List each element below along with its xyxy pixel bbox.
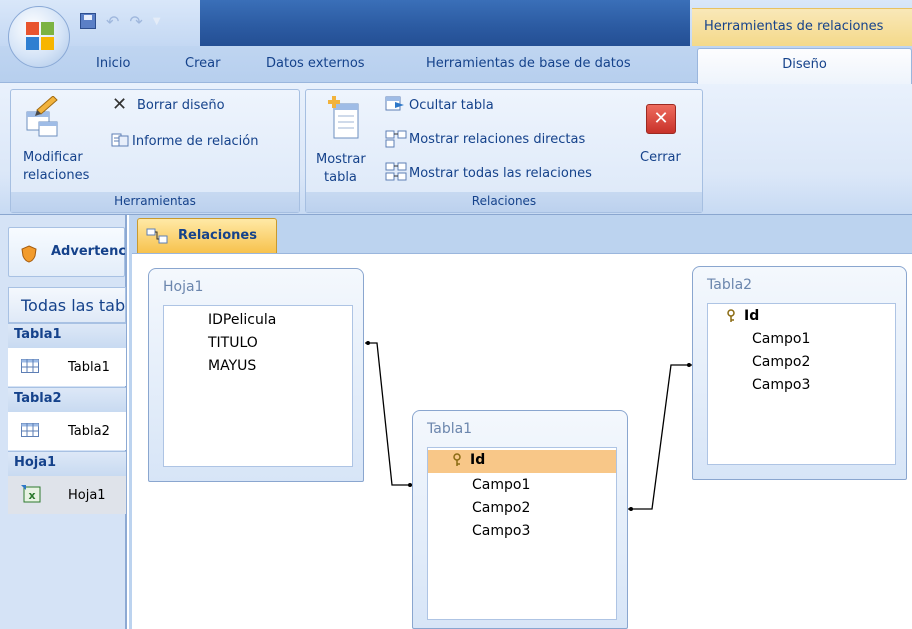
save-icon[interactable] <box>80 13 96 29</box>
field-campo2[interactable]: Campo2 <box>428 498 616 521</box>
undo-icon[interactable]: ↶ <box>106 12 119 31</box>
join-dot <box>687 363 691 367</box>
field-campo3[interactable]: Campo3 <box>708 375 895 398</box>
relationship-line-hoja1-tabla1 <box>365 342 412 486</box>
field-campo1[interactable]: Campo1 <box>708 329 895 352</box>
table-title: Hoja1 <box>163 279 204 295</box>
field-list: IDPelicula TITULO MAYUS <box>163 305 353 467</box>
table-window-hoja1[interactable]: Hoja1 IDPelicula TITULO MAYUS <box>148 268 364 482</box>
field-campo2[interactable]: Campo2 <box>708 352 895 375</box>
field-list: Id Campo1 Campo2 Campo3 <box>707 303 896 465</box>
table-title: Tabla2 <box>707 277 753 293</box>
join-dot <box>366 341 370 345</box>
tab-diseno[interactable]: Diseño <box>697 48 912 84</box>
field-list: Id Campo1 Campo2 Campo3 <box>427 447 617 620</box>
table-window-tabla1[interactable]: Tabla1 Id Campo1 Campo2 Campo3 <box>412 410 628 629</box>
table-window-tabla2[interactable]: Tabla2 Id Campo1 Campo2 Campo3 <box>692 266 907 480</box>
field-mayus[interactable]: MAYUS <box>164 356 352 379</box>
field-campo3[interactable]: Campo3 <box>428 521 616 544</box>
primary-key-icon <box>727 309 735 322</box>
primary-key-icon <box>453 453 461 466</box>
field-idpelicula[interactable]: IDPelicula <box>164 310 352 333</box>
customize-qat-icon[interactable]: ▼ <box>153 16 161 27</box>
join-dot <box>629 507 633 511</box>
table-title: Tabla1 <box>427 421 473 437</box>
field-campo1[interactable]: Campo1 <box>428 475 616 498</box>
office-button[interactable] <box>8 6 70 68</box>
relationship-line-tabla1-tabla2 <box>628 364 692 510</box>
office-logo-icon <box>26 22 54 50</box>
redo-icon[interactable]: ↷ <box>129 12 142 31</box>
field-titulo[interactable]: TITULO <box>164 333 352 356</box>
field-id[interactable]: Id <box>428 450 616 473</box>
quick-access-toolbar: ↶ ↷ ▼ <box>80 8 161 34</box>
field-id[interactable]: Id <box>708 306 895 329</box>
